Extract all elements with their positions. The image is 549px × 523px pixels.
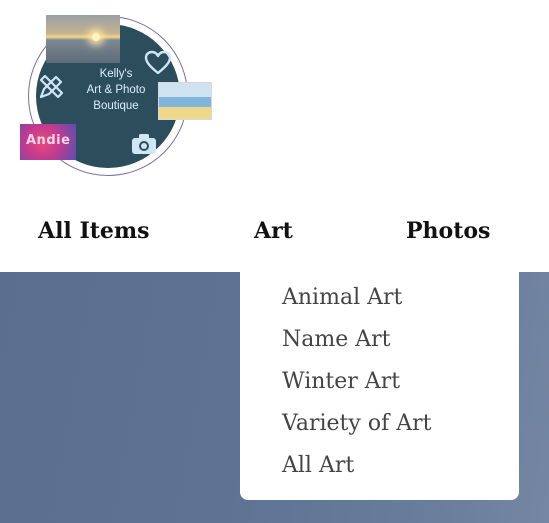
- logo-line-1: Kelly's: [99, 68, 133, 80]
- beach-sea: [159, 97, 211, 108]
- logo-line-2: Art & Photo: [86, 84, 146, 96]
- sunset-photo-thumbnail: [46, 15, 120, 63]
- sun-graphic: [92, 33, 100, 41]
- site-logo[interactable]: Andie Kelly's Art & Photo Boutique: [20, 12, 216, 180]
- logo-line-3: Boutique: [93, 100, 139, 112]
- art-dropdown-menu: Animal Art Name Art Winter Art Variety o…: [240, 272, 519, 500]
- nav-art[interactable]: Art: [254, 214, 293, 248]
- beach-drawing-thumbnail: [158, 82, 212, 120]
- site-header: Andie Kelly's Art & Photo Boutique All I…: [0, 0, 549, 272]
- beach-sand: [159, 107, 211, 119]
- nav-photos[interactable]: Photos: [406, 214, 490, 248]
- beach-sky: [159, 83, 211, 98]
- dropdown-item-variety-of-art[interactable]: Variety of Art: [282, 406, 431, 442]
- dropdown-item-winter-art[interactable]: Winter Art: [282, 364, 400, 400]
- name-art-thumbnail: Andie: [20, 124, 76, 160]
- pencil-ruler-icon: [39, 74, 64, 99]
- dropdown-item-name-art[interactable]: Name Art: [282, 322, 391, 358]
- dropdown-item-all-art[interactable]: All Art: [282, 448, 354, 484]
- logo-wordmark: Kelly's Art & Photo Boutique: [74, 66, 158, 114]
- dropdown-item-animal-art[interactable]: Animal Art: [282, 280, 402, 316]
- nav-all-items[interactable]: All Items: [38, 214, 150, 248]
- camera-icon: [132, 134, 156, 154]
- name-art-lettering: Andie: [26, 133, 71, 148]
